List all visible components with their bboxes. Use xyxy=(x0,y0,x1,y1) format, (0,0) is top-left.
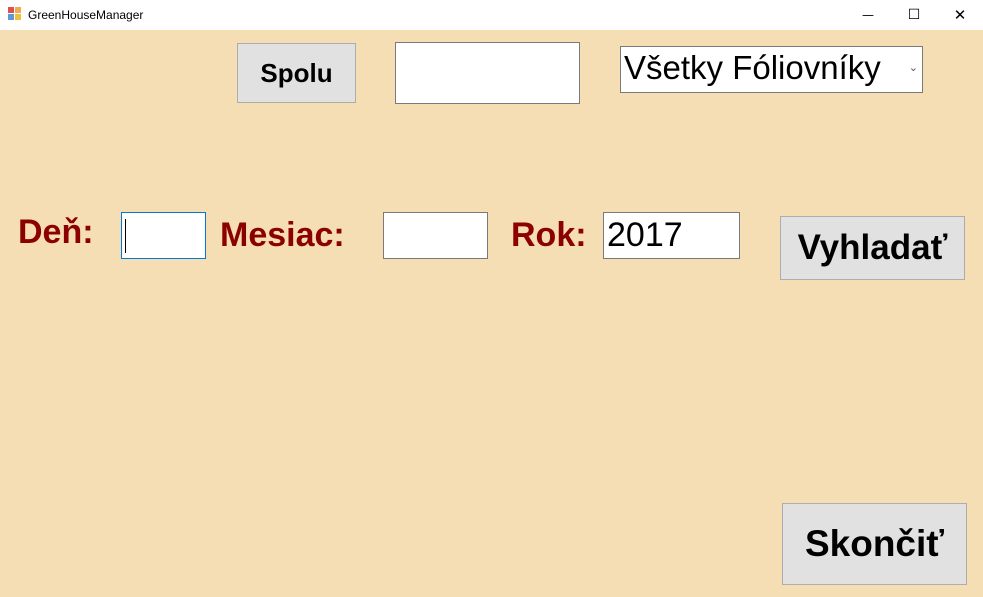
spolu-button[interactable]: Spolu xyxy=(237,43,356,103)
maximize-icon: ☐ xyxy=(907,7,921,23)
day-input[interactable] xyxy=(121,212,206,259)
chevron-down-icon: ⌄ xyxy=(908,61,918,74)
minimize-icon: — xyxy=(862,8,874,22)
exit-button[interactable]: Skončiť xyxy=(782,503,967,585)
day-label: Deň: xyxy=(18,213,94,251)
greenhouse-select[interactable]: Všetky Fóliovníky ⌄ xyxy=(620,46,923,93)
search-button[interactable]: Vyhladať xyxy=(780,216,965,280)
year-input[interactable]: 2017 xyxy=(603,212,740,259)
app-icon xyxy=(8,7,22,21)
maximize-button[interactable]: ☐ xyxy=(891,0,937,30)
close-icon: ✕ xyxy=(953,6,967,24)
month-input[interactable] xyxy=(383,212,488,259)
year-label: Rok: xyxy=(511,216,587,254)
text-caret xyxy=(125,219,126,253)
month-label: Mesiac: xyxy=(220,216,345,254)
greenhouse-select-value: Všetky Fóliovníky xyxy=(624,49,881,86)
window-title: GreenHouseManager xyxy=(28,8,144,22)
total-field[interactable] xyxy=(395,42,580,104)
title-bar: GreenHouseManager — ☐ ✕ xyxy=(0,0,983,30)
close-button[interactable]: ✕ xyxy=(937,0,983,30)
minimize-button[interactable]: — xyxy=(845,0,891,30)
